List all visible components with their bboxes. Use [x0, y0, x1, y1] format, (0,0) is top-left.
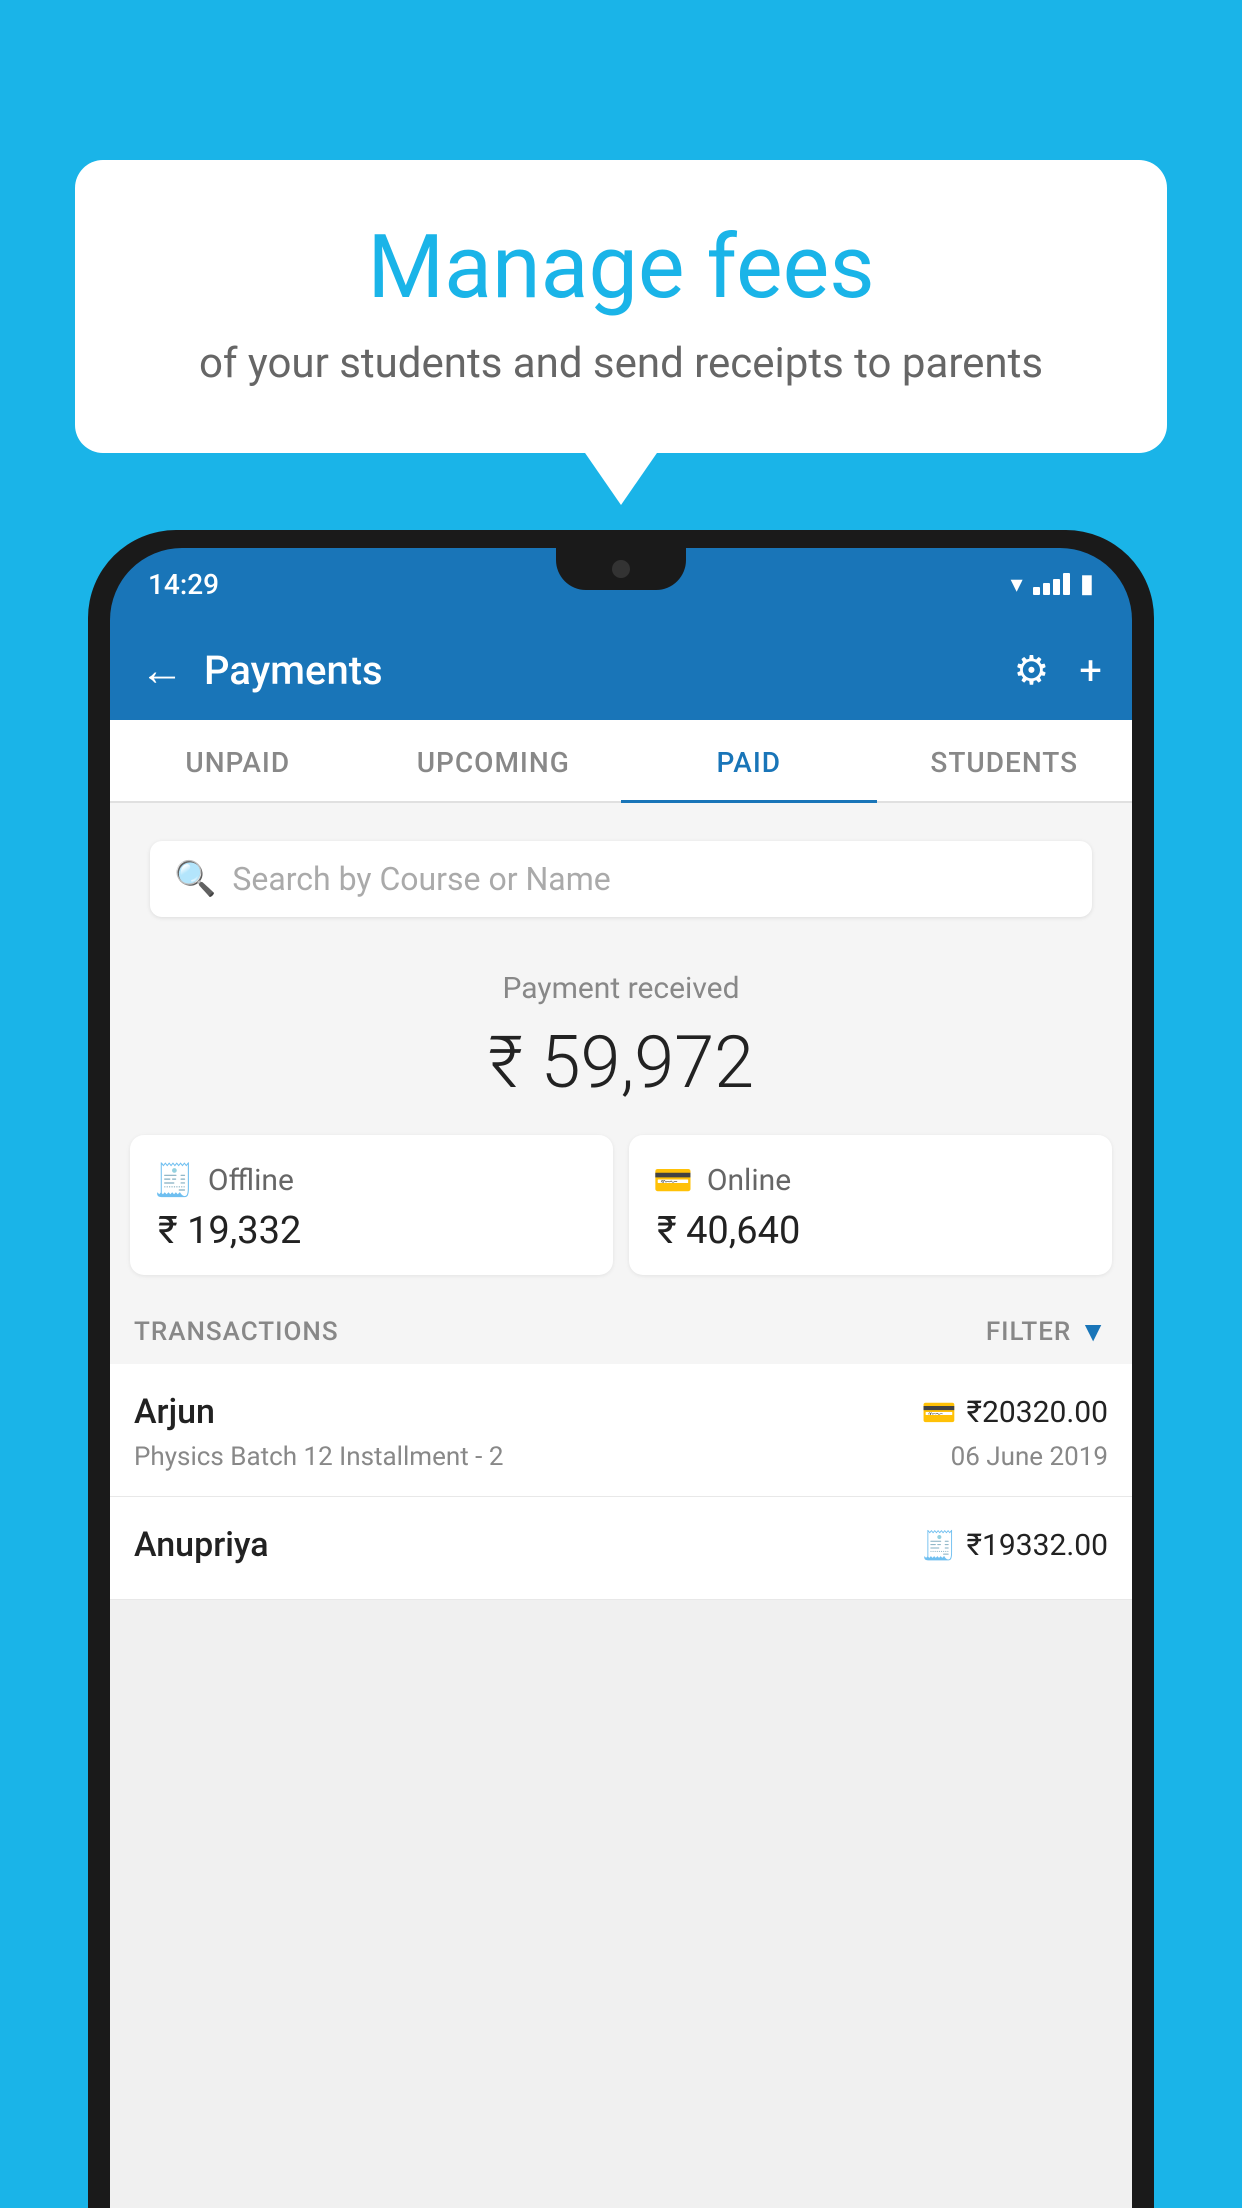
payment-received-label: Payment received [130, 971, 1112, 1006]
filter-icon: ▼ [1079, 1315, 1108, 1348]
transaction-top-2: Anupriya 🧾 ₹19332.00 [134, 1525, 1108, 1565]
transaction-course-1: Physics Batch 12 Installment - 2 [134, 1442, 503, 1472]
offline-label: Offline [208, 1163, 294, 1198]
speech-bubble-container: Manage fees of your students and send re… [75, 160, 1167, 453]
filter-label: FILTER [986, 1317, 1071, 1347]
transaction-amount-2: ₹19332.00 [967, 1528, 1108, 1563]
tab-students[interactable]: STUDENTS [877, 720, 1133, 801]
tab-unpaid[interactable]: UNPAID [110, 720, 366, 801]
settings-button[interactable]: ⚙ [1013, 647, 1049, 694]
app-screen: ← Payments ⚙ + UNPAID UPCOMING PAID STUD… [110, 620, 1132, 2208]
back-button[interactable]: ← [140, 644, 184, 696]
online-label: Online [707, 1163, 791, 1198]
search-input[interactable]: Search by Course or Name [232, 860, 1068, 898]
online-amount: ₹ 40,640 [653, 1209, 1088, 1253]
phone-frame: 14:29 ▾ ▮ ← Payments [88, 530, 1154, 2208]
transaction-amount-block-2: 🧾 ₹19332.00 [922, 1528, 1108, 1563]
transaction-name-1: Arjun [134, 1392, 215, 1432]
payment-total-amount: ₹ 59,972 [130, 1020, 1112, 1105]
transaction-top-1: Arjun 💳 ₹20320.00 [134, 1392, 1108, 1432]
transaction-bottom-1: Physics Batch 12 Installment - 2 06 June… [134, 1442, 1108, 1472]
transactions-header: TRANSACTIONS FILTER ▼ [110, 1295, 1132, 1364]
tabs-bar: UNPAID UPCOMING PAID STUDENTS [110, 720, 1132, 803]
tab-paid[interactable]: PAID [621, 720, 877, 801]
status-bar: 14:29 ▾ ▮ [110, 548, 1132, 620]
offline-amount: ₹ 19,332 [154, 1209, 589, 1253]
online-icon: 💳 [653, 1161, 693, 1199]
speech-bubble: Manage fees of your students and send re… [75, 160, 1167, 453]
bubble-subtitle: of your students and send receipts to pa… [145, 339, 1097, 388]
bubble-title: Manage fees [145, 220, 1097, 317]
table-row[interactable]: Anupriya 🧾 ₹19332.00 [110, 1497, 1132, 1600]
wifi-icon: ▾ [1011, 570, 1023, 598]
notch [556, 548, 686, 590]
table-row[interactable]: Arjun 💳 ₹20320.00 Physics Batch 12 Insta… [110, 1364, 1132, 1497]
transaction-name-2: Anupriya [134, 1525, 269, 1565]
transaction-date-1: 06 June 2019 [951, 1442, 1108, 1472]
status-time: 14:29 [148, 568, 219, 601]
payment-cards-row: 🧾 Offline ₹ 19,332 💳 Online ₹ 40,640 [110, 1135, 1132, 1295]
phone-inner: 14:29 ▾ ▮ ← Payments [110, 548, 1132, 2208]
transaction-card-icon-1: 💳 [922, 1396, 957, 1429]
header-actions: ⚙ + [1013, 647, 1102, 694]
signal-icon [1033, 573, 1070, 595]
online-card: 💳 Online ₹ 40,640 [629, 1135, 1112, 1275]
camera-dot [612, 560, 630, 578]
filter-button[interactable]: FILTER ▼ [986, 1315, 1108, 1348]
offline-card: 🧾 Offline ₹ 19,332 [130, 1135, 613, 1275]
tab-upcoming[interactable]: UPCOMING [366, 720, 622, 801]
battery-icon: ▮ [1080, 569, 1094, 599]
add-button[interactable]: + [1079, 647, 1102, 694]
search-bar[interactable]: 🔍 Search by Course or Name [150, 841, 1092, 917]
online-card-header: 💳 Online [653, 1161, 1088, 1199]
offline-icon: 🧾 [154, 1161, 194, 1199]
transactions-label: TRANSACTIONS [134, 1317, 339, 1347]
transaction-cash-icon-2: 🧾 [922, 1529, 957, 1562]
header-title: Payments [204, 647, 1013, 694]
search-icon: 🔍 [174, 859, 216, 899]
transaction-amount-1: ₹20320.00 [967, 1395, 1108, 1430]
payment-summary: Payment received ₹ 59,972 [110, 935, 1132, 1135]
transaction-amount-block-1: 💳 ₹20320.00 [922, 1395, 1108, 1430]
app-header: ← Payments ⚙ + [110, 620, 1132, 720]
offline-card-header: 🧾 Offline [154, 1161, 589, 1199]
status-icons: ▾ ▮ [1011, 569, 1094, 599]
